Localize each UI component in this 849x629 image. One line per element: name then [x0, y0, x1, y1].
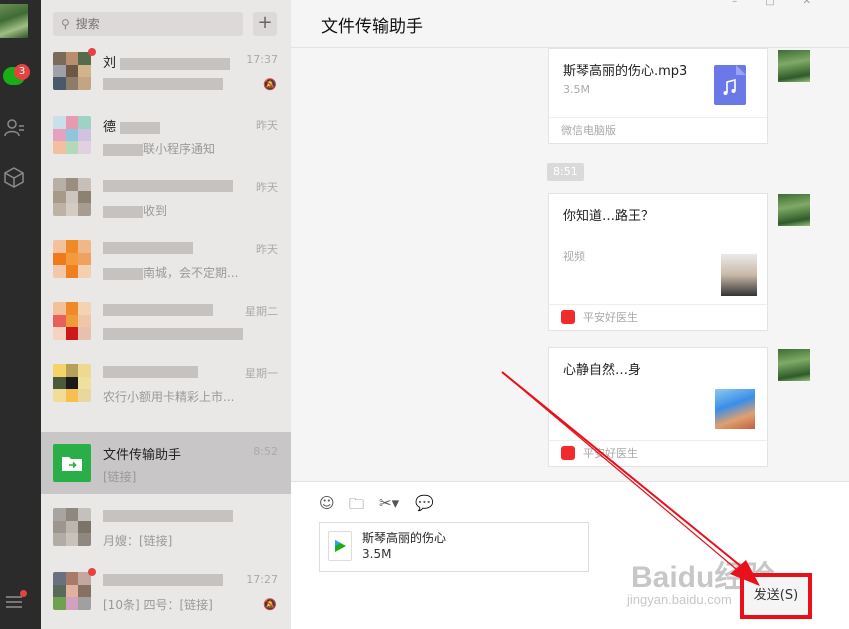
chat-preview: 月嫂：[链接] [103, 534, 173, 548]
emoji-icon[interactable]: ☺ [319, 494, 335, 512]
chat-list-item[interactable]: 月嫂：[链接] [41, 496, 291, 558]
chat-avatar [53, 116, 91, 154]
search-bar[interactable]: ⚲ [53, 12, 243, 36]
chat-list-item[interactable]: 南城，会不定期... 昨天 [41, 228, 291, 290]
message-input-area[interactable]: ☺ 🗀 ✂▾ 💬 斯琴高丽的伤心 3.5M Baidu经验 jingyan.ba… [291, 482, 849, 629]
link-message-card[interactable]: 你知道…路王？ 视频 平安好医生 [548, 193, 768, 331]
chat-name: 刘 [103, 56, 117, 71]
user-avatar[interactable] [0, 4, 28, 38]
link-message-card[interactable]: 心静自然…身 平安好医生 [548, 347, 768, 467]
chat-list-item[interactable]: 农行小额用卡精彩上市... 星期一 [41, 352, 291, 414]
favorites-cube-icon[interactable] [0, 163, 28, 191]
sender-avatar[interactable] [778, 50, 810, 82]
chat-avatar [53, 302, 91, 340]
chat-time: 昨天 [256, 119, 278, 132]
chat-time: 8:52 [253, 445, 278, 458]
contacts-icon[interactable] [0, 114, 28, 142]
chat-avatar [53, 240, 91, 278]
chat-title: 文件传输助手 [321, 17, 423, 37]
sender-avatar[interactable] [778, 194, 810, 226]
video-file-icon [328, 531, 352, 561]
chat-list-item[interactable]: 刘 17:37 🔕 [41, 40, 291, 102]
chat-preview: 南城，会不定期... [143, 266, 239, 280]
pingan-logo-icon [561, 310, 575, 324]
attached-file[interactable]: 斯琴高丽的伤心 3.5M [319, 522, 589, 572]
menu-notification-dot [20, 590, 27, 597]
link-thumbnail [721, 254, 757, 296]
chat-time: 昨天 [256, 243, 278, 256]
attached-file-size: 3.5M [362, 547, 392, 561]
attached-file-name: 斯琴高丽的伤心 [362, 531, 447, 545]
group-avatar [53, 178, 91, 216]
chat-preview: [10条] 四号：[链接] [103, 598, 213, 612]
chat-list-item[interactable]: [10条] 四号：[链接] 17:27 🔕 [41, 560, 291, 622]
file-message-title: 斯琴高丽的伤心.mp3 [563, 64, 688, 79]
link-thumbnail [715, 389, 755, 429]
chat-preview: [链接] [103, 470, 137, 484]
baidu-watermark-url: jingyan.baidu.com [627, 592, 732, 607]
link-message-title: 你知道…路王？ [563, 209, 655, 224]
pingan-logo-icon [561, 446, 575, 460]
window-controls[interactable]: –□✕ [732, 0, 839, 7]
unread-dot [88, 568, 96, 576]
chat-time: 昨天 [256, 181, 278, 194]
chat-preview: 农行小额用卡精彩上市... [103, 390, 235, 404]
group-avatar [53, 508, 91, 546]
time-separator: 8:51 [547, 163, 584, 181]
chat-list-item[interactable]: 德 联小程序通知 昨天 [41, 104, 291, 166]
link-message-subtitle: 视频 [563, 250, 585, 263]
chat-avatar [53, 364, 91, 402]
link-message-title: 心静自然…身 [563, 363, 642, 378]
message-source: 平安好医生 [583, 311, 638, 324]
chat-time: 星期二 [245, 305, 278, 318]
sender-avatar[interactable] [778, 349, 810, 381]
chat-preview: 收到 [143, 204, 168, 218]
chat-preview: 联小程序通知 [143, 142, 216, 156]
chat-list-pane: ⚲ + 刘 17:37 🔕 德 联小程序通知 昨天 收到 昨天 南城，会不定期.… [41, 0, 291, 629]
mute-bell-icon: 🔕 [263, 78, 277, 91]
mute-bell-icon: 🔕 [263, 598, 277, 611]
chat-time: 17:37 [246, 53, 278, 66]
message-source: 微信电脑版 [549, 117, 767, 143]
folder-icon[interactable]: 🗀 [349, 494, 364, 519]
send-button[interactable]: 发送(S) [740, 573, 812, 619]
chat-history-icon[interactable]: 💬 [415, 494, 434, 512]
unread-badge: 3 [14, 64, 30, 80]
chat-name: 文件传输助手 [103, 448, 182, 463]
search-input[interactable] [75, 17, 226, 31]
screenshot-scissors-icon[interactable]: ✂▾ [379, 494, 399, 512]
chat-time: 星期一 [245, 367, 278, 380]
search-icon: ⚲ [61, 17, 70, 31]
group-avatar [53, 572, 91, 610]
group-avatar [53, 52, 91, 90]
file-transfer-avatar [53, 444, 91, 482]
unread-dot [88, 48, 96, 56]
chat-list-item-file-transfer[interactable]: 文件传输助手 [链接] 8:52 [41, 432, 291, 494]
chat-pane: 文件传输助手 –□✕ 斯琴高丽的伤心.mp3 3.5M 微信电脑版 8:51 你… [291, 0, 849, 629]
file-message-card[interactable]: 斯琴高丽的伤心.mp3 3.5M 微信电脑版 [548, 48, 768, 144]
music-file-icon [714, 65, 746, 105]
message-source: 平安好医生 [583, 447, 638, 460]
chat-list-item[interactable]: 星期二 [41, 290, 291, 352]
chat-time: 17:27 [246, 573, 278, 586]
add-chat-button[interactable]: + [253, 12, 277, 36]
chat-name: 德 [103, 120, 117, 135]
nav-rail: 3 [0, 0, 41, 629]
chat-list-item[interactable]: 收到 昨天 [41, 166, 291, 228]
file-message-size: 3.5M [563, 83, 590, 96]
